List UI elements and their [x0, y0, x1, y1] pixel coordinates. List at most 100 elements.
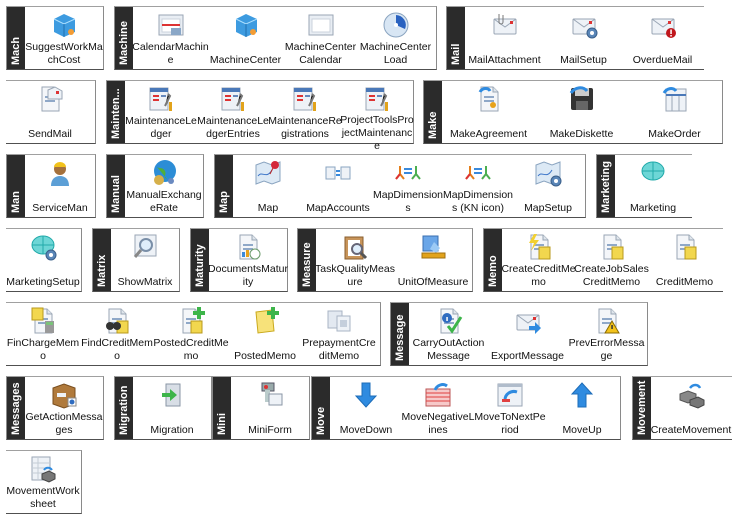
- group-maturity: Maturity DocumentsMaturity: [190, 228, 288, 292]
- group-title-text: Movement: [636, 380, 648, 435]
- icon-item-showmatrix[interactable]: ShowMatrix: [111, 229, 179, 291]
- icon-item-movenegativelines[interactable]: MoveNegativeLines: [402, 377, 474, 439]
- icon-item-movedown[interactable]: MoveDown: [330, 377, 402, 439]
- icon-item-mailsetup[interactable]: MailSetup: [544, 7, 623, 69]
- icon-item-taskqualitymeasure[interactable]: TaskQualityMeasure: [315, 229, 395, 291]
- icon-item-calendarmachine[interactable]: CalendarMachine: [132, 7, 209, 69]
- group-continuation: SendMail: [6, 80, 96, 144]
- icon-item-unitofmeasure[interactable]: UnitOfMeasure: [394, 229, 472, 291]
- group-items: MovementWorksheet: [6, 451, 80, 513]
- icon-item-createmovement[interactable]: CreateMovement: [651, 377, 731, 439]
- icon-item-machinecenter-calendar[interactable]: MachineCenter Calendar: [283, 7, 358, 69]
- icon-item-map[interactable]: Map: [233, 155, 303, 217]
- icon-label: PrevErrorMessage: [568, 337, 645, 362]
- icon-label: SuggestWorkMachCost: [25, 41, 103, 66]
- icon-item-postedcreditmemo[interactable]: PostedCreditMemo: [153, 303, 229, 365]
- icon-item-createjobsales-creditmemo[interactable]: CreateJobSales CreditMemo: [574, 229, 649, 291]
- icon-item-maintenanceregistrations[interactable]: MaintenanceRegistrations: [268, 81, 342, 143]
- group-title: Man: [7, 155, 25, 217]
- group-title: Map: [215, 155, 233, 217]
- group-title: Mainten...: [107, 81, 125, 143]
- group-items: CreateCreditMemo CreateJobSales CreditMem…: [501, 229, 721, 291]
- migration-icon: [157, 380, 187, 410]
- icon-item-makeagreement[interactable]: MakeAgreement: [442, 81, 535, 143]
- icon-item-createcreditmemo[interactable]: CreateCreditMemo: [501, 229, 576, 291]
- group-mainten: Mainten... MaintenanceLedger MaintenanceLe…: [106, 80, 414, 152]
- icon-label: Map: [257, 202, 279, 214]
- icon-item-migration[interactable]: Migration: [133, 377, 211, 439]
- make-agreement-icon: [474, 84, 504, 114]
- group-items: SendMail: [6, 81, 94, 143]
- icon-label: MoveToNextPeriod: [474, 411, 546, 436]
- icon-item-sendmail[interactable]: SendMail: [6, 81, 94, 143]
- icon-item-carryoutaction-message[interactable]: CarryOutAction Message: [409, 303, 488, 365]
- group-title-text: Measure: [301, 242, 313, 287]
- icon-item-maintenanceledger[interactable]: MaintenanceLedger: [125, 81, 197, 143]
- icon-item-makeorder[interactable]: MakeOrder: [628, 81, 721, 143]
- group-items: TaskQualityMeasure UnitOfMeasure: [315, 229, 472, 291]
- icon-label: MiniForm: [248, 424, 292, 436]
- icon-item-miniform[interactable]: MiniForm: [231, 377, 309, 439]
- group-title: Movement: [633, 377, 651, 439]
- group-title: Make: [424, 81, 442, 143]
- icon-item-manualexchangerate[interactable]: ManualExchangeRate: [125, 155, 203, 217]
- posted-memo-icon: [250, 306, 280, 336]
- icon-item-mailattachment[interactable]: MailAttachment: [465, 7, 544, 69]
- group-map: Map Map MapAccounts MapDimensions MapDimensi…: [214, 154, 586, 218]
- maintenance-ledger-icon: [146, 84, 176, 114]
- group-marketing: Marketing Marketing: [596, 154, 692, 218]
- icon-item-mapaccounts[interactable]: MapAccounts: [303, 155, 373, 217]
- icon-item-mapdimensions[interactable]: MapDimensions: [373, 155, 443, 217]
- icon-item-suggestworkmachcost[interactable]: SuggestWorkMachCost: [25, 7, 103, 69]
- icon-item-maintenanceledgerentries[interactable]: MaintenanceLedgerEntries: [197, 81, 269, 143]
- icon-label: FindCreditMemo: [81, 337, 153, 362]
- icon-item-mapsetup[interactable]: MapSetup: [513, 155, 583, 217]
- group-title: Measure: [298, 229, 316, 291]
- icon-item-postedmemo[interactable]: PostedMemo: [228, 303, 302, 365]
- icon-label: MaintenanceRegistrations: [268, 115, 342, 140]
- group-items: Marketing: [615, 155, 691, 217]
- group-title: Manual: [107, 155, 125, 217]
- icon-label: MoveDown: [339, 424, 393, 436]
- group-title: Messages: [7, 377, 25, 439]
- icon-label: ProjectToolsProjectMaintenance: [340, 114, 414, 152]
- group-title: Matrix: [93, 229, 111, 291]
- icon-label: MaintenanceLedger: [125, 115, 197, 140]
- group-title-text: Mach: [10, 36, 22, 65]
- icon-item-machinecenter-load[interactable]: MachineCenter Load: [358, 7, 433, 69]
- icon-item-getactionmessages[interactable]: GetActionMessages: [25, 377, 103, 439]
- group-title-text: Message: [394, 314, 406, 361]
- group-title: Migration: [115, 377, 133, 439]
- fin-charge-memo-icon: [28, 306, 58, 336]
- icon-item-creditmemo[interactable]: CreditMemo: [648, 229, 721, 291]
- icon-item-documentsmaturity[interactable]: DocumentsMaturity: [208, 229, 288, 291]
- icon-item-preverrormessage[interactable]: PrevErrorMessage: [567, 303, 646, 365]
- icon-item-movementworksheet[interactable]: MovementWorksheet: [6, 451, 80, 513]
- icon-label: TaskQualityMeasure: [315, 263, 395, 288]
- get-action-messages-icon: [49, 380, 79, 410]
- marketing-setup-icon: [28, 232, 58, 262]
- icon-item-machinecenter[interactable]: MachineCenter: [208, 7, 283, 69]
- group-title-text: Maturity: [194, 244, 206, 287]
- icon-item-marketing[interactable]: Marketing: [615, 155, 691, 217]
- icon-label: MarketingSetup: [6, 276, 80, 288]
- icon-item-overduemail[interactable]: OverdueMail: [623, 7, 702, 69]
- map-dimensions-kn-icon: [463, 158, 493, 188]
- mail-setup-icon: [569, 10, 599, 40]
- globe-exchange-icon: [149, 158, 179, 188]
- icon-label: DocumentsMaturity: [208, 263, 288, 288]
- icon-item-movetonextperiod[interactable]: MoveToNextPeriod: [474, 377, 546, 439]
- icon-item-finchargememo[interactable]: FinChargeMemo: [6, 303, 80, 365]
- icon-item-mapdimensions-kn-icon-[interactable]: MapDimensions (KN icon): [443, 155, 513, 217]
- icon-item-exportmessage[interactable]: ExportMessage: [488, 303, 567, 365]
- icon-item-prepaymentcreditmemo[interactable]: PrepaymentCreditMemo: [302, 303, 376, 365]
- icon-item-marketingsetup[interactable]: MarketingSetup: [6, 229, 80, 291]
- icon-item-moveup[interactable]: MoveUp: [546, 377, 618, 439]
- icon-item-findcreditmemo[interactable]: FindCreditMemo: [80, 303, 154, 365]
- group-title: Mini: [213, 377, 231, 439]
- icon-item-makediskette[interactable]: MakeDiskette: [535, 81, 628, 143]
- group-title-text: Migration: [118, 385, 130, 436]
- icon-item-projecttoolsprojectmaintenance[interactable]: ProjectToolsProjectMaintenance: [340, 81, 414, 152]
- icon-item-serviceman[interactable]: ServiceMan: [25, 155, 95, 217]
- documents-maturity-icon: [233, 232, 263, 262]
